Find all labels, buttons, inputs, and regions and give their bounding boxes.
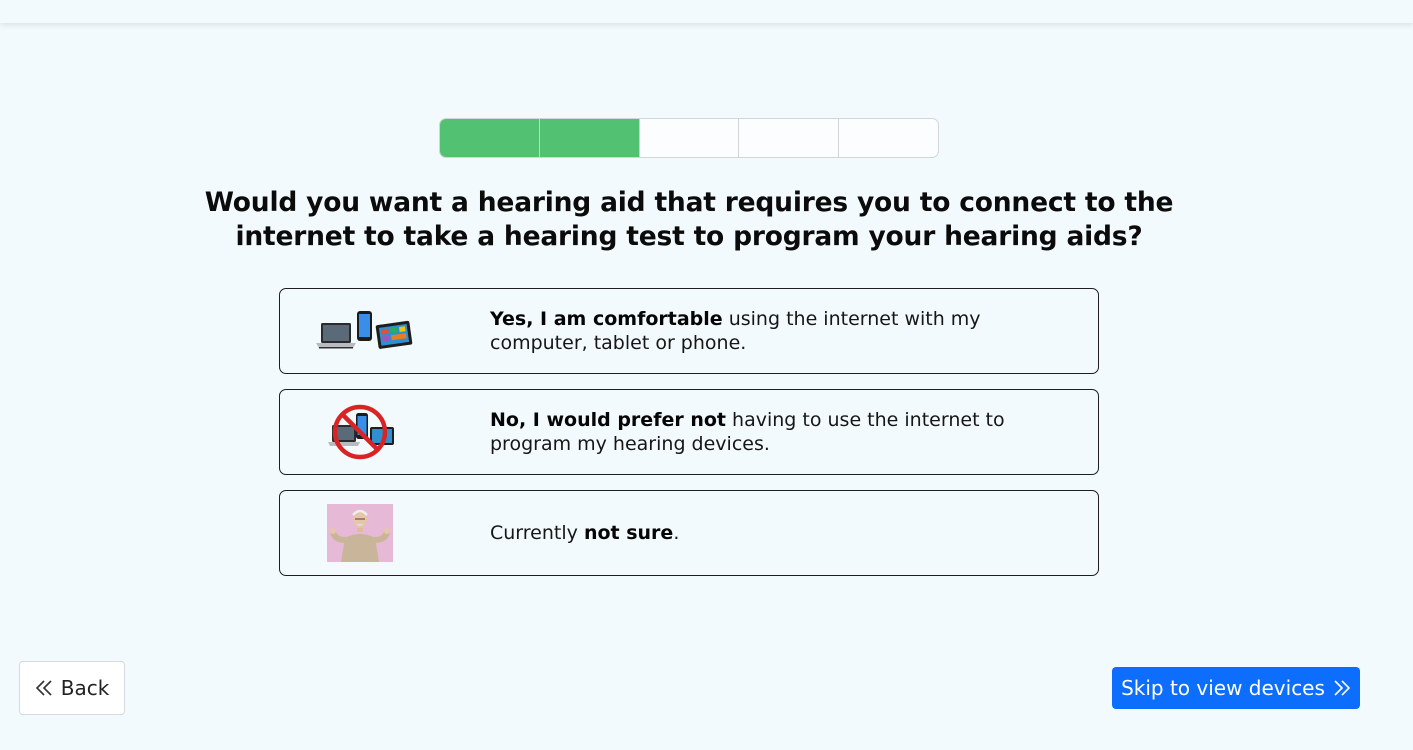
option-no-prefer-not[interactable]: No, I would prefer not having to use the… <box>279 389 1099 475</box>
progress-step-2 <box>539 119 640 157</box>
progress-bar <box>439 118 939 158</box>
no-devices-image <box>280 390 440 474</box>
top-header-bar <box>0 0 1413 23</box>
progress-step-3 <box>640 119 740 157</box>
unsure-person-image <box>280 491 440 575</box>
back-button[interactable]: Back <box>19 661 125 715</box>
progress-step-5 <box>839 119 938 157</box>
skip-to-devices-button[interactable]: Skip to view devices <box>1112 667 1360 709</box>
progress-step-1 <box>440 119 540 157</box>
skip-button-label: Skip to view devices <box>1121 676 1325 700</box>
progress-step-4 <box>739 119 840 157</box>
option-yes-text: Yes, I am comfortable using the internet… <box>490 308 981 354</box>
option-not-sure-text: Currently not sure. <box>490 522 680 544</box>
option-yes-comfortable[interactable]: Yes, I am comfortable using the internet… <box>279 288 1099 374</box>
chevrons-right-icon <box>1333 679 1351 697</box>
devices-image <box>280 289 440 373</box>
chevrons-left-icon <box>35 679 53 697</box>
question-title: Would you want a hearing aid that requir… <box>204 187 1174 252</box>
option-not-sure[interactable]: Currently not sure. <box>279 490 1099 576</box>
option-no-text: No, I would prefer not having to use the… <box>490 409 1005 455</box>
back-button-label: Back <box>60 676 110 700</box>
